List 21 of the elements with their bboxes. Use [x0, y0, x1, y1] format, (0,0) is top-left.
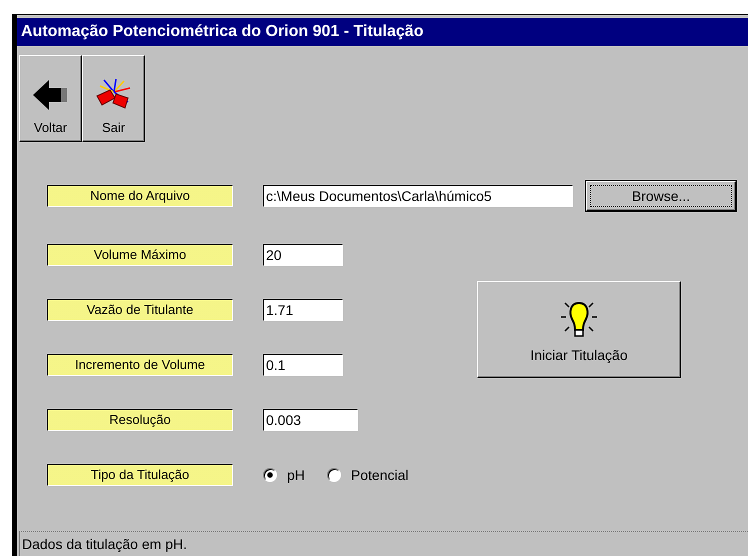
field-label: Resolução	[47, 409, 233, 431]
field-label: Nome do Arquivo	[47, 185, 233, 207]
field-label: Tipo da Titulação	[47, 464, 233, 486]
status-bar: Dados da titulação em pH.	[19, 531, 748, 556]
file-path-field[interactable]: c:\Meus Documentos\Carla\húmico5	[263, 185, 573, 207]
toolbar-button[interactable]: Sair	[82, 55, 145, 142]
window-title: Automação Potenciométrica do Orion 901 - Titulação	[17, 18, 748, 46]
field-label: Volume Máximo	[47, 244, 233, 266]
toolbar-button[interactable]: Voltar	[19, 55, 82, 142]
field-label: Incremento de Volume	[47, 354, 233, 376]
radio-button[interactable]	[326, 468, 341, 482]
input-field[interactable]: 0.003	[263, 409, 358, 431]
radio-option[interactable]: Potencial	[326, 467, 408, 483]
browse-button[interactable]: Browse...	[586, 181, 736, 211]
input-field[interactable]: 20	[263, 244, 343, 266]
radio-option[interactable]: pH	[263, 467, 305, 483]
radio-button[interactable]	[263, 468, 277, 482]
field-label: Vazão de Titulante	[47, 299, 233, 321]
input-field[interactable]: 1.71	[263, 299, 343, 321]
input-field[interactable]: 0.1	[263, 354, 343, 376]
start-titration-button[interactable]: Iniciar Titulação	[477, 281, 681, 378]
